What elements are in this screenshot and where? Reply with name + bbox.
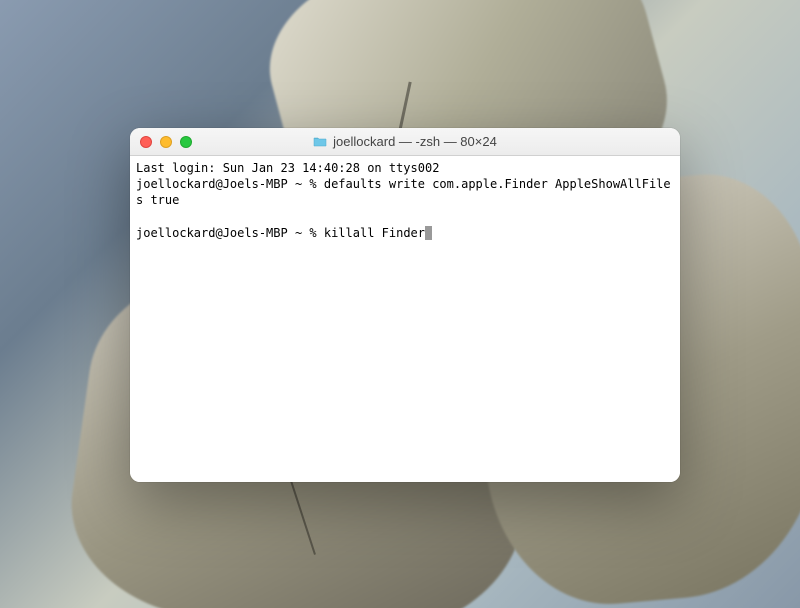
traffic-lights (140, 136, 192, 148)
cursor (425, 226, 432, 240)
terminal-content[interactable]: Last login: Sun Jan 23 14:40:28 on ttys0… (130, 156, 680, 482)
window-title: joellockard — -zsh — 80×24 (333, 134, 497, 149)
maximize-button[interactable] (180, 136, 192, 148)
terminal-command: killall Finder (324, 226, 425, 240)
terminal-window: joellockard — -zsh — 80×24 Last login: S… (130, 128, 680, 482)
terminal-line: Last login: Sun Jan 23 14:40:28 on ttys0… (136, 160, 674, 176)
terminal-prompt-line: joellockard@Joels-MBP ~ % killall Finder (136, 225, 674, 241)
window-titlebar[interactable]: joellockard — -zsh — 80×24 (130, 128, 680, 156)
folder-icon (313, 136, 327, 147)
terminal-line: joellockard@Joels-MBP ~ % defaults write… (136, 176, 674, 208)
window-title-area: joellockard — -zsh — 80×24 (130, 134, 680, 149)
terminal-prompt: joellockard@Joels-MBP ~ % (136, 226, 324, 240)
close-button[interactable] (140, 136, 152, 148)
minimize-button[interactable] (160, 136, 172, 148)
